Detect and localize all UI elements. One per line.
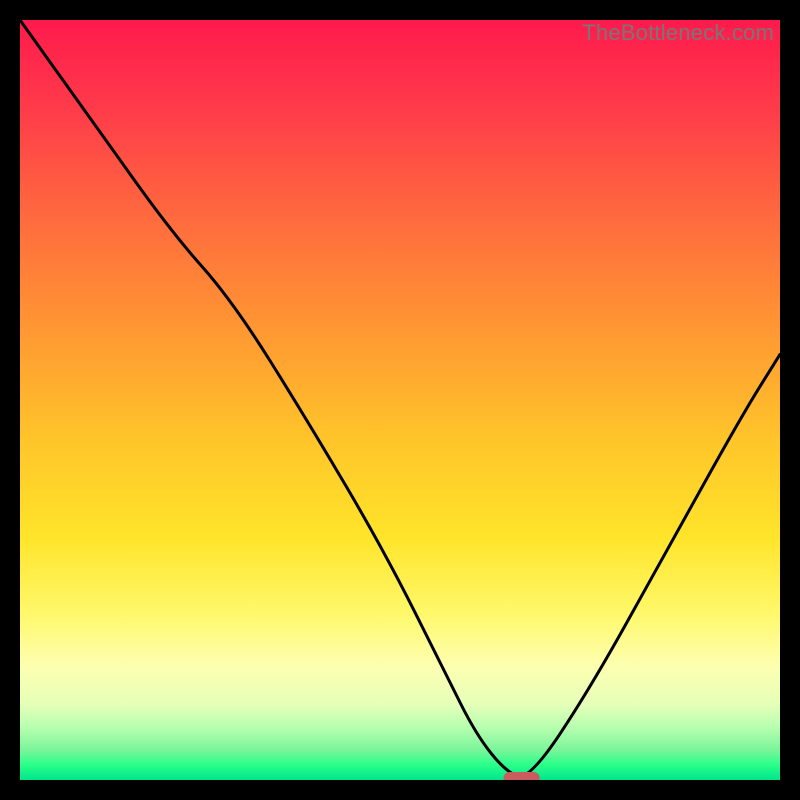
chart-container: TheBottleneck.com	[0, 0, 800, 800]
chart-svg	[20, 20, 780, 780]
plot-area: TheBottleneck.com	[20, 20, 780, 780]
bottleneck-curve	[20, 20, 780, 776]
optimal-marker	[504, 772, 540, 780]
